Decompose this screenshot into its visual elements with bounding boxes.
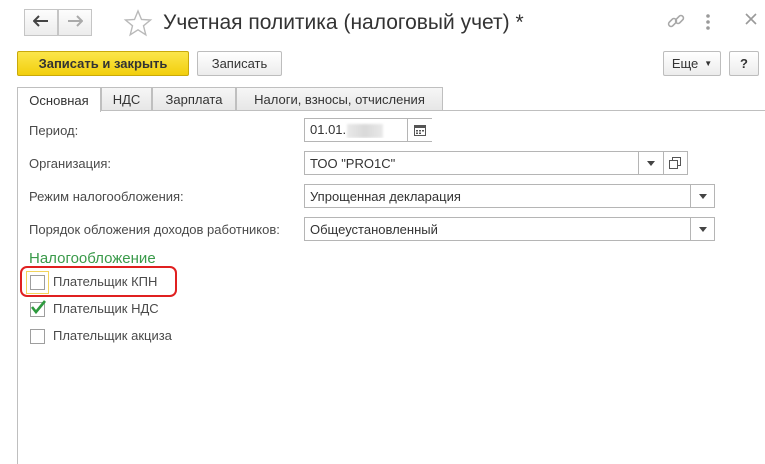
organization-field[interactable]: ТОО "PRO1C" bbox=[304, 151, 688, 175]
more-vertical-icon[interactable] bbox=[704, 13, 712, 34]
tax-mode-value: Упрощенная декларация bbox=[310, 188, 461, 204]
link-icon[interactable] bbox=[666, 12, 686, 35]
arrow-right-icon bbox=[67, 15, 84, 30]
chevron-down-icon[interactable] bbox=[690, 184, 715, 208]
open-form-icon[interactable] bbox=[664, 152, 688, 174]
back-button[interactable] bbox=[24, 9, 58, 36]
checkmark-icon bbox=[30, 300, 47, 315]
period-field[interactable]: 01.01. bbox=[304, 118, 432, 142]
chevron-down-icon[interactable] bbox=[690, 217, 715, 241]
save-and-close-button[interactable]: Записать и закрыть bbox=[17, 51, 189, 76]
calendar-button[interactable] bbox=[407, 119, 432, 141]
cit-payer-label: Плательщик КПН bbox=[53, 274, 158, 289]
save-button[interactable]: Записать bbox=[197, 51, 282, 76]
tab-main[interactable]: Основная bbox=[17, 87, 101, 112]
excise-payer-checkbox[interactable] bbox=[30, 329, 45, 344]
employee-income-select[interactable]: Общеустановленный bbox=[304, 217, 715, 241]
tax-mode-label: Режим налогообложения: bbox=[29, 189, 184, 204]
more-label: Еще bbox=[671, 56, 699, 71]
forward-button[interactable] bbox=[58, 9, 92, 36]
help-button[interactable]: ? bbox=[729, 51, 759, 76]
window-title: Учетная политика (налоговый учет) * bbox=[163, 11, 524, 34]
employee-income-value: Общеустановленный bbox=[310, 221, 438, 237]
organization-value: ТОО "PRO1C" bbox=[310, 155, 396, 171]
vat-payer-checkbox[interactable] bbox=[30, 300, 47, 317]
tab-salary[interactable]: Зарплата bbox=[152, 87, 236, 111]
tab-vat[interactable]: НДС bbox=[101, 87, 152, 111]
period-label: Период: bbox=[29, 123, 79, 138]
tab-taxes[interactable]: Налоги, взносы, отчисления bbox=[236, 87, 443, 111]
organization-label: Организация: bbox=[29, 156, 112, 171]
caret-down-icon: ▼ bbox=[704, 59, 713, 68]
cit-payer-checkbox[interactable] bbox=[30, 275, 45, 290]
tax-mode-select[interactable]: Упрощенная декларация bbox=[304, 184, 715, 208]
close-icon[interactable] bbox=[744, 12, 758, 29]
period-value: 01.01. bbox=[310, 122, 347, 138]
employee-income-label: Порядок обложения доходов работников: bbox=[29, 222, 280, 237]
calendar-icon bbox=[414, 125, 426, 136]
star-icon[interactable] bbox=[123, 8, 153, 41]
chevron-down-icon[interactable] bbox=[639, 152, 664, 174]
excise-payer-label: Плательщик акциза bbox=[53, 328, 172, 343]
vat-payer-label: Плательщик НДС bbox=[53, 301, 159, 316]
more-menu-button[interactable]: Еще ▼ bbox=[663, 51, 721, 76]
blurred-year bbox=[347, 123, 384, 138]
taxation-section-title: Налогообложение bbox=[29, 250, 156, 267]
arrow-left-icon bbox=[32, 15, 49, 30]
